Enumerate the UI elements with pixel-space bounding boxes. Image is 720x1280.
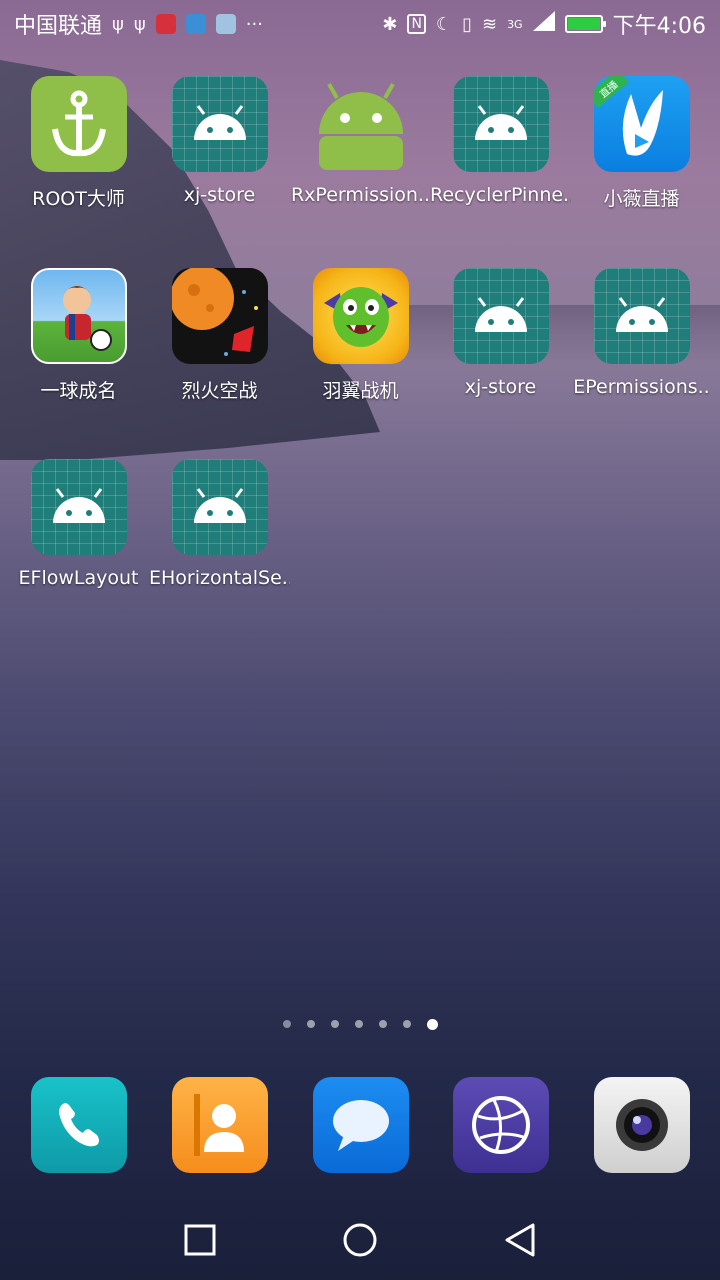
app-icon xyxy=(185,14,206,34)
app-label: 烈火空战 xyxy=(181,380,258,402)
page-dot-active[interactable] xyxy=(426,1019,438,1030)
planet-icon xyxy=(171,268,268,364)
soccer-icon xyxy=(30,268,127,364)
signal-icon xyxy=(532,11,555,37)
app-label: EFlowLayout xyxy=(18,567,139,589)
app-xj-store-2[interactable]: xj-store xyxy=(430,268,571,398)
app-label: 一球成名 xyxy=(40,380,117,402)
battery-charging-icon xyxy=(564,15,606,33)
app-eflowlayout[interactable]: EFlowLayout xyxy=(8,459,149,589)
nfc-icon: N xyxy=(407,14,426,34)
app-xj-store[interactable]: xj-store xyxy=(149,76,290,206)
phone-icon[interactable] xyxy=(31,1077,127,1173)
app-root-master[interactable]: ROOT大师 xyxy=(8,76,149,211)
moon-icon: ☾ xyxy=(435,13,453,35)
android-icon xyxy=(452,268,549,364)
dock xyxy=(0,1077,720,1173)
app-label: 羽翼战机 xyxy=(322,380,399,402)
app-label: ROOT大师 xyxy=(32,188,125,210)
vibrate-icon: ▯ xyxy=(462,13,472,35)
bluetooth-icon: ✱ xyxy=(382,13,398,35)
navigation-bar xyxy=(0,1200,720,1280)
app-recyclerpinned[interactable]: RecyclerPinne.. xyxy=(430,76,571,206)
page-indicator[interactable] xyxy=(0,1019,720,1030)
page-dot[interactable] xyxy=(402,1020,411,1028)
page-dot[interactable] xyxy=(354,1020,363,1028)
android-icon xyxy=(171,76,268,172)
usb-icon: ψ xyxy=(112,13,124,35)
page-dot[interactable] xyxy=(306,1020,315,1028)
messages-icon[interactable] xyxy=(313,1077,409,1173)
home-icon[interactable] xyxy=(330,1210,390,1270)
back-icon[interactable] xyxy=(490,1210,550,1270)
app-label: EHorizontalSe.. xyxy=(149,567,290,589)
anchor-icon xyxy=(30,76,127,172)
browser-icon[interactable] xyxy=(453,1077,549,1173)
usb-icon: ψ xyxy=(133,13,146,35)
app-liehuo-kongzhan[interactable]: 烈火空战 xyxy=(149,268,290,403)
contacts-icon[interactable] xyxy=(172,1077,268,1173)
status-right: ✱ N ☾ ▯ ≋ 3G 下午4:06 xyxy=(382,8,706,40)
wifi-icon: ≋ xyxy=(481,13,498,35)
app-yuyi-zhanji[interactable]: 羽翼战机 xyxy=(290,268,431,403)
app-label: xj-store xyxy=(183,184,256,206)
rabbit-icon: 直播 xyxy=(593,76,690,172)
app-label: EPermissions.. xyxy=(573,376,710,398)
app-epermissions[interactable]: EPermissions.. xyxy=(571,268,712,398)
status-bar: 中国联通 ψ ψ ··· ✱ N ☾ ▯ ≋ 3G 下午4:06 xyxy=(0,0,720,48)
android-icon xyxy=(452,76,549,172)
android-icon xyxy=(313,76,409,172)
android-icon xyxy=(171,459,268,555)
app-label: RxPermission.. xyxy=(290,184,430,206)
page-dot[interactable] xyxy=(282,1020,291,1028)
carrier-label: 中国联通 xyxy=(14,14,103,39)
android-icon xyxy=(593,268,690,364)
dragon-icon xyxy=(312,268,409,364)
app-icon xyxy=(215,14,236,34)
app-ehorizontalselect[interactable]: EHorizontalSe.. xyxy=(149,459,290,589)
app-label: RecyclerPinne.. xyxy=(430,184,571,206)
app-yiqiu-chengming[interactable]: 一球成名 xyxy=(8,268,149,403)
app-rxpermission[interactable]: RxPermission.. xyxy=(290,76,431,206)
network-type: 3G xyxy=(507,17,523,31)
huawei-icon xyxy=(155,14,176,34)
more-icon: ··· xyxy=(245,13,263,35)
app-label: xj-store xyxy=(464,376,537,398)
recent-apps-icon[interactable] xyxy=(170,1210,230,1270)
camera-icon[interactable] xyxy=(594,1077,690,1173)
app-label: 小薇直播 xyxy=(603,188,680,210)
status-left: 中国联通 ψ ψ ··· xyxy=(14,8,263,40)
page-dot[interactable] xyxy=(378,1020,387,1028)
android-icon xyxy=(30,459,127,555)
app-xiaowei-live[interactable]: 直播 小薇直播 xyxy=(571,76,712,211)
clock: 下午4:06 xyxy=(612,14,706,39)
page-dot[interactable] xyxy=(330,1020,339,1028)
